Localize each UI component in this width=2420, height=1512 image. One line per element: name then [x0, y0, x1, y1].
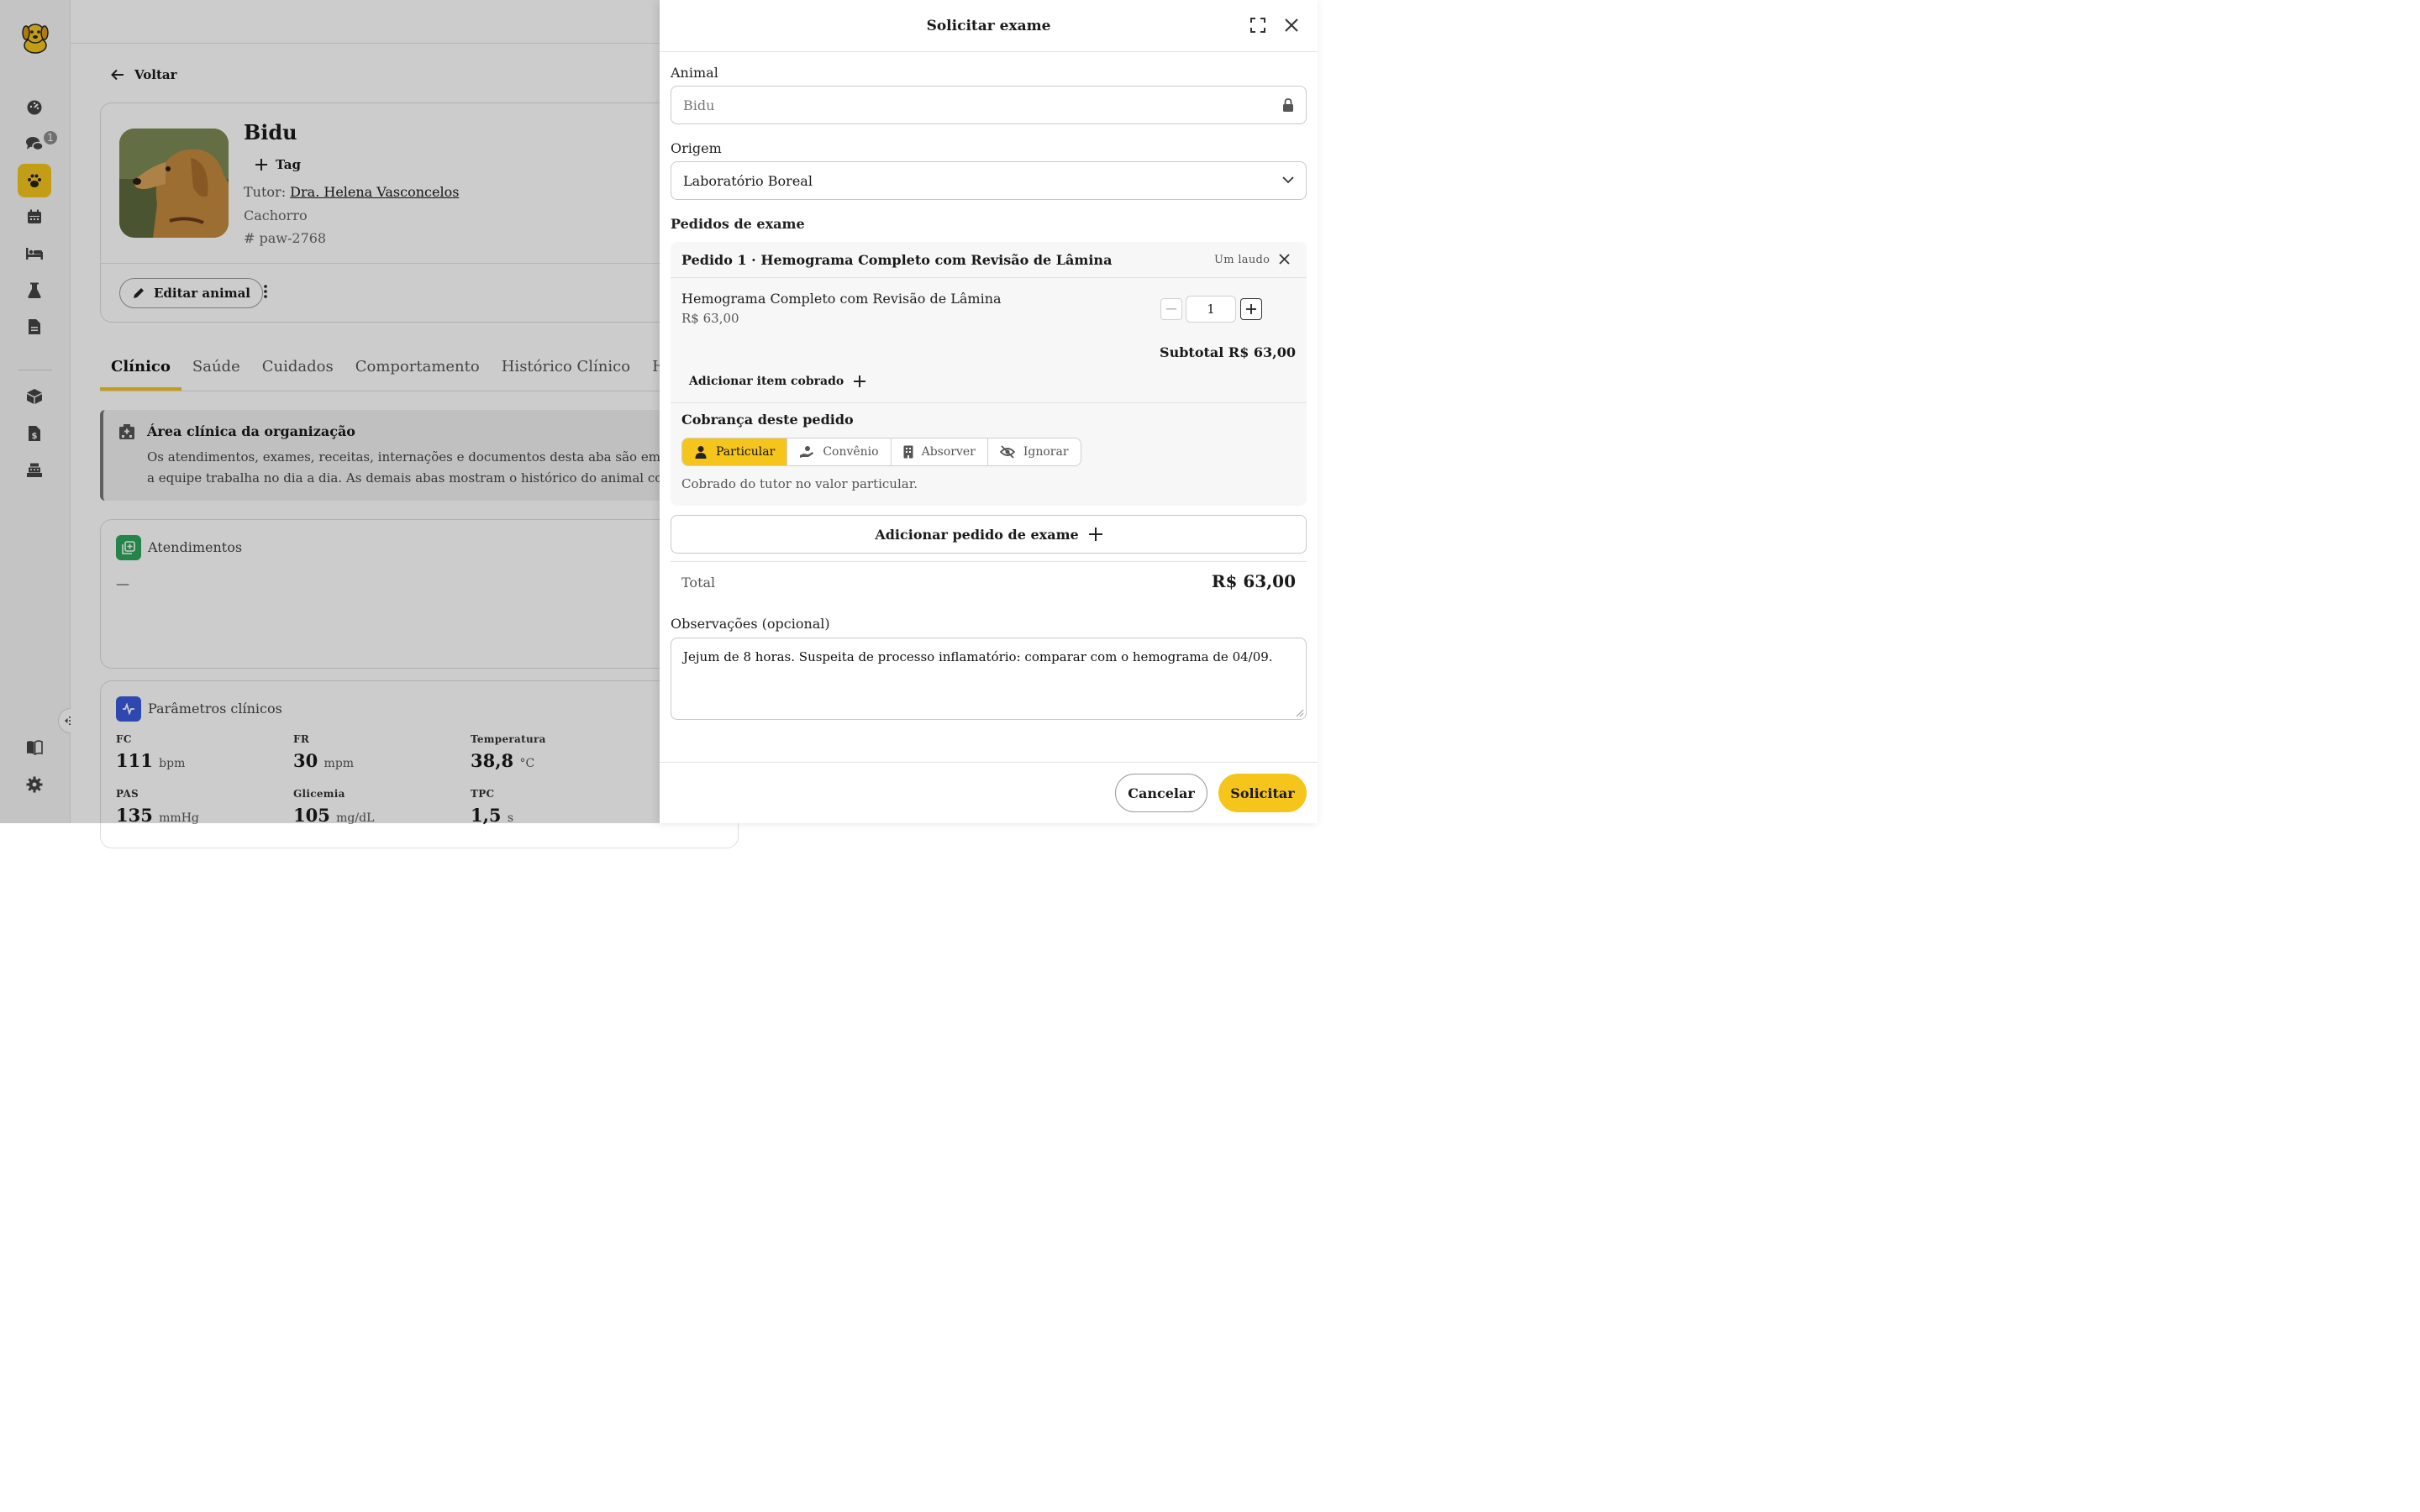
- animal-field: Bidu: [671, 86, 1307, 124]
- observacoes-label: Observações (opcional): [671, 616, 830, 632]
- laudo-badge[interactable]: Um laudo: [1214, 254, 1270, 266]
- hand-holding-icon: [800, 446, 814, 458]
- cobranca-title: Cobrança deste pedido: [681, 412, 854, 428]
- observacoes-textarea[interactable]: Jejum de 8 horas. Suspeita de processo i…: [671, 638, 1307, 720]
- remove-order-icon[interactable]: [1279, 254, 1290, 265]
- cobranca-option-label: Particular: [716, 445, 776, 459]
- total-label: Total: [681, 575, 716, 591]
- origem-select-value: Laboratório Boreal: [683, 173, 813, 189]
- resize-handle-icon[interactable]: [1296, 709, 1304, 717]
- plus-icon: [854, 375, 866, 387]
- close-icon[interactable]: [1284, 18, 1299, 33]
- submit-button[interactable]: Solicitar: [1218, 774, 1307, 812]
- order-title: Pedido 1 · Hemograma Completo com Revisã…: [681, 252, 1113, 268]
- origem-select[interactable]: Laboratório Boreal: [671, 161, 1307, 200]
- cancel-button[interactable]: Cancelar: [1115, 774, 1207, 812]
- plus-icon: [1246, 304, 1256, 314]
- divider: [671, 402, 1307, 403]
- cobranca-option-label: Ignorar: [1023, 445, 1069, 459]
- order-subtotal: Subtotal R$ 63,00: [1160, 344, 1296, 360]
- expand-icon[interactable]: [1250, 18, 1265, 33]
- cobranca-option-label: Convênio: [823, 445, 879, 459]
- add-exam-order-button[interactable]: Adicionar pedido de exame: [671, 515, 1307, 554]
- building-icon: [903, 445, 913, 459]
- person-icon: [695, 446, 707, 459]
- chevron-down-icon: [1282, 176, 1294, 184]
- exam-item-price: R$ 63,00: [681, 311, 739, 326]
- decrease-quantity-button[interactable]: [1160, 298, 1182, 320]
- exam-order-card: Pedido 1 · Hemograma Completo com Revisã…: [671, 242, 1307, 506]
- pedidos-section-title: Pedidos de exame: [671, 216, 805, 232]
- divider: [671, 561, 1307, 562]
- drawer-header: Solicitar exame: [660, 0, 1318, 52]
- animal-field-value: Bidu: [683, 97, 715, 113]
- cobranca-note: Cobrado do tutor no valor particular.: [681, 476, 918, 491]
- quantity-input[interactable]: 1: [1186, 296, 1236, 323]
- cobranca-option-ignorar[interactable]: Ignorar: [988, 438, 1081, 465]
- cobranca-option-absorver[interactable]: Absorver: [892, 438, 988, 465]
- animal-field-label: Animal: [671, 65, 718, 81]
- observacoes-value: Jejum de 8 horas. Suspeita de processo i…: [683, 649, 1273, 664]
- plus-icon: [1088, 528, 1102, 541]
- cobranca-option-label: Absorver: [921, 445, 976, 459]
- cobranca-segmented-control: Particular Convênio Absorver Ignorar: [681, 438, 1081, 466]
- solicitar-exame-drawer: Solicitar exame Animal Bidu Origem Labor…: [660, 0, 1318, 823]
- cobranca-option-particular[interactable]: Particular: [682, 438, 788, 465]
- total-value: R$ 63,00: [1211, 571, 1296, 591]
- modal-backdrop[interactable]: [0, 0, 660, 823]
- lock-icon: [1282, 98, 1294, 112]
- eye-slash-icon: [999, 445, 1015, 459]
- drawer-title: Solicitar exame: [926, 18, 1051, 34]
- add-charged-item-button[interactable]: Adicionar item cobrado: [689, 375, 866, 388]
- increase-quantity-button[interactable]: [1240, 298, 1262, 320]
- exam-item-name: Hemograma Completo com Revisão de Lâmina: [681, 291, 1002, 307]
- add-exam-order-label: Adicionar pedido de exame: [875, 526, 1079, 543]
- minus-icon: [1166, 308, 1176, 310]
- order-header: Pedido 1 · Hemograma Completo com Revisã…: [671, 242, 1307, 278]
- origem-field-label: Origem: [671, 140, 722, 156]
- add-charged-item-label: Adicionar item cobrado: [689, 375, 844, 388]
- drawer-footer-divider: [660, 762, 1318, 763]
- cobranca-option-convenio[interactable]: Convênio: [787, 438, 892, 465]
